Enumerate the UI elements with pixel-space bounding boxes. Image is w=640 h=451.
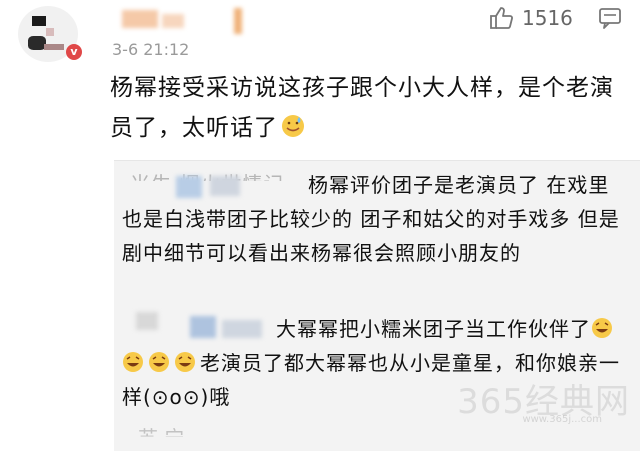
comment-text: 杨幂接受采访说这孩子跟个小大人样，是个老演员了，太听话了 (110, 75, 614, 141)
avatar-pixel (32, 16, 46, 26)
laughing-tears-emoji-icon (123, 352, 143, 372)
reply-text: 杨幂评价团子是老演员了 在戏里也是白浅带团子比较少的 团子和姑父的对手戏多 但是… (122, 173, 620, 265)
thumbs-up-icon[interactable] (488, 5, 514, 31)
like-count: 1516 (522, 6, 573, 30)
verified-badge-icon: v (66, 44, 82, 60)
laughing-tears-emoji-icon (175, 352, 195, 372)
username-blurred (162, 14, 184, 28)
username-blurred (234, 8, 242, 34)
username-blurred[interactable] (122, 10, 158, 28)
laughing-tears-emoji-icon (592, 318, 612, 338)
reply-second-text-a: 大幂幂把小糯米团子当工作伙伴了 (276, 317, 591, 341)
comment-bubble-icon[interactable] (598, 6, 622, 30)
avatar-pixel (46, 28, 54, 36)
comment-body: 杨幂接受采访说这孩子跟个小大人样，是个老演员了，太听话了 (110, 68, 620, 148)
avatar-pixel (44, 44, 64, 50)
site-watermark-url: www.365j...com (522, 414, 602, 425)
sweat-smile-emoji-icon (282, 115, 304, 137)
laughing-tears-emoji-icon (149, 352, 169, 372)
comment-timestamp: 3-6 21:12 (112, 40, 190, 59)
